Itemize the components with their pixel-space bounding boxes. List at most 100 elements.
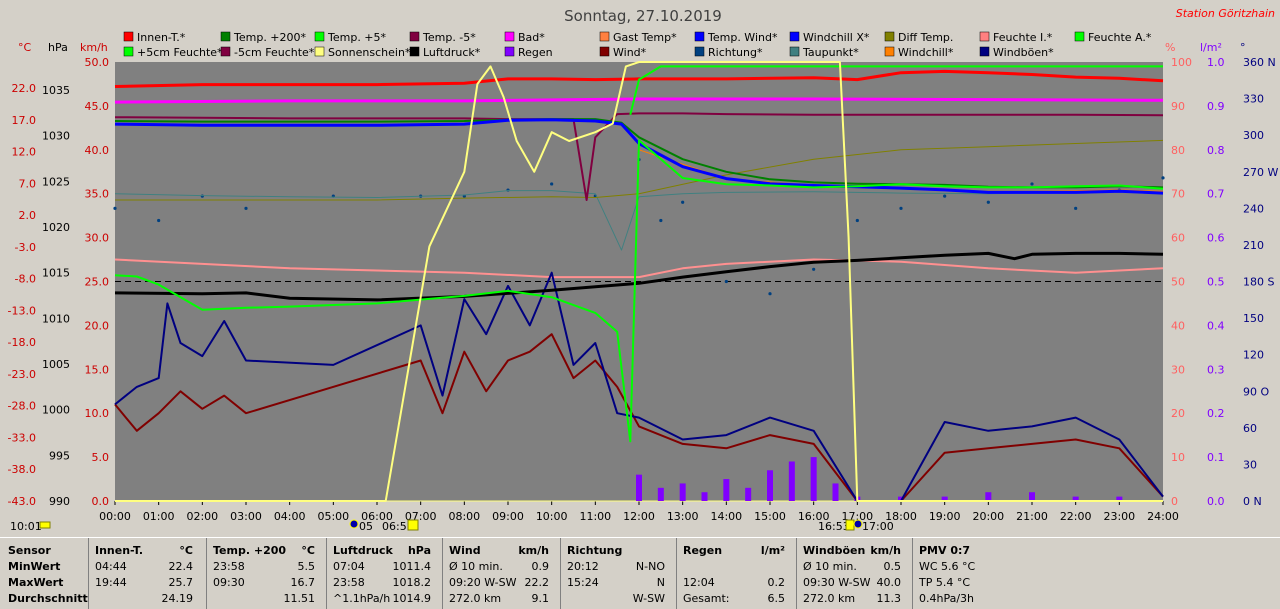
stats-column-title: Windböen (803, 544, 866, 557)
kmh-axis-tick: 0.0 (92, 495, 110, 508)
legend-swatch (789, 31, 800, 42)
stats-column-unit: °C (301, 544, 315, 557)
stats-cell-value: 22.4 (168, 560, 194, 573)
dir-axis-tick: 210 (1243, 239, 1264, 252)
legend-swatch (123, 31, 134, 42)
c-axis-tick: 12.0 (12, 146, 37, 159)
dir-axis-tick: 330 (1243, 93, 1264, 106)
lm2-axis-tick: 1.0 (1207, 56, 1225, 69)
deg-unit-label: ° (1240, 41, 1246, 54)
legend-label: Temp. +200* (233, 31, 307, 44)
x-axis-tick: 01:00 (143, 510, 175, 523)
legend-swatch (694, 31, 705, 42)
legend-swatch (409, 31, 420, 42)
sunrise-icon (349, 519, 359, 529)
x-axis-tick: 23:00 (1103, 510, 1135, 523)
legend-label: Taupunkt* (802, 46, 859, 59)
stats-column-title: Luftdruck (333, 544, 393, 557)
rain-bar (723, 479, 730, 501)
stats-cell-time: 07:04 (333, 560, 365, 573)
x-axis-tick: 02:00 (186, 510, 218, 523)
hpa-axis-tick: 1010 (42, 312, 70, 325)
stats-cell-value: 1011.4 (392, 560, 432, 573)
stats-cell-time: TP 5.4 °C (919, 576, 971, 589)
stats-column-title: Temp. +200 (213, 544, 287, 557)
lm2-axis-tick: 0.8 (1207, 144, 1225, 157)
stats-cell-value: 24.19 (161, 592, 194, 605)
legend-label: -5cm Feuchte* (234, 46, 315, 59)
x-axis-tick: 21:00 (1016, 510, 1048, 523)
kmh-unit-label: km/h (80, 41, 108, 54)
sunset-time: 16:53 (818, 520, 850, 533)
direction-point (550, 182, 554, 186)
legend-swatch (409, 46, 420, 57)
sunset-suffix: 17:00 (862, 520, 894, 533)
weather-chart: Sonntag, 27.10.2019 Station Göritzhain I… (0, 0, 1280, 537)
legend-swatch (599, 46, 610, 57)
stats-cell-time: Ø 10 min. (803, 560, 857, 573)
c-axis-tick: -13.0 (8, 304, 36, 317)
legend-swatch (314, 31, 325, 42)
stats-column-unit: hPa (407, 544, 431, 557)
rain-bar (1029, 492, 1035, 501)
legend-swatch (789, 46, 800, 57)
row-label-average: Durchschnitt (8, 592, 88, 605)
legend-label: Windchill* (898, 46, 954, 59)
legend-label: Richtung* (708, 46, 763, 59)
stats-cell-time: 0.4hPa/3h (919, 592, 975, 605)
row-label-min: MinWert (8, 560, 61, 573)
hpa-axis-tick: 1020 (42, 221, 70, 234)
legend-swatch (504, 31, 515, 42)
stats-cell-value: 1018.2 (392, 576, 432, 589)
stats-cell-value: 22.2 (524, 576, 550, 589)
x-axis-tick: 14:00 (710, 510, 742, 523)
legend-swatch (694, 46, 705, 57)
legend-label: Regen (518, 46, 553, 59)
x-axis-tick: 15:00 (754, 510, 786, 523)
lm2-axis-tick: 0.2 (1207, 407, 1225, 420)
sunset-marker (845, 519, 855, 531)
x-axis-tick: 04:00 (274, 510, 306, 523)
stats-column: Wind km/h Ø 10 min. 0.9 09:20 W-SW 22.2 272.0 … (442, 538, 557, 609)
direction-point (113, 206, 117, 210)
legend-swatch (884, 31, 895, 42)
stats-column-title: Richtung (567, 544, 623, 557)
dir-axis-tick: 60 (1243, 422, 1257, 435)
legend-label: Wind* (613, 46, 647, 59)
c-axis-tick: -23.0 (8, 368, 36, 381)
stats-column: Richtung 20:12 N-NO 15:24 N W-SW (560, 538, 673, 609)
legend-label: Feuchte A.* (1088, 31, 1152, 44)
legend-swatch (1074, 31, 1085, 42)
x-axis-tick: 03:00 (230, 510, 262, 523)
stats-cell-time: Gesamt: (683, 592, 730, 605)
dir-axis-tick: 30 (1243, 458, 1257, 471)
legend-swatch (123, 46, 134, 57)
lm2-axis-tick: 0.9 (1207, 100, 1225, 113)
legend-label: Innen-T.* (137, 31, 186, 44)
row-label-sensor: Sensor (8, 544, 51, 557)
legend-label: Feuchte I.* (993, 31, 1053, 44)
direction-point (1161, 176, 1165, 180)
direction-point (899, 206, 903, 210)
current-time-label: 10:01 (10, 520, 42, 533)
direction-point (986, 200, 990, 204)
stats-cell-time: 20:12 (567, 560, 599, 573)
legend-swatch (979, 31, 990, 42)
legend-label: Temp. -5* (422, 31, 476, 44)
chart-title: Sonntag, 27.10.2019 (564, 7, 722, 25)
x-axis-tick: 13:00 (667, 510, 699, 523)
legend-label: Temp. +5* (327, 31, 387, 44)
stats-cell-time: 272.0 km (449, 592, 502, 605)
rain-bar (767, 470, 773, 501)
lm2-axis-tick: 0.6 (1207, 232, 1225, 245)
dir-axis-tick: 360 N (1243, 56, 1276, 69)
x-axis-tick: 08:00 (448, 510, 480, 523)
direction-point (724, 279, 728, 284)
legend-label: +5cm Feuchte* (137, 46, 223, 59)
pct-axis-tick: 100 (1171, 56, 1192, 69)
legend-swatch (884, 46, 895, 57)
x-axis-tick: 19:00 (929, 510, 961, 523)
pct-axis-tick: 50 (1171, 276, 1185, 289)
direction-point (157, 218, 161, 223)
stats-column: Regen l/m² 12:04 0.2 Gesamt: 6.5 (676, 538, 793, 609)
